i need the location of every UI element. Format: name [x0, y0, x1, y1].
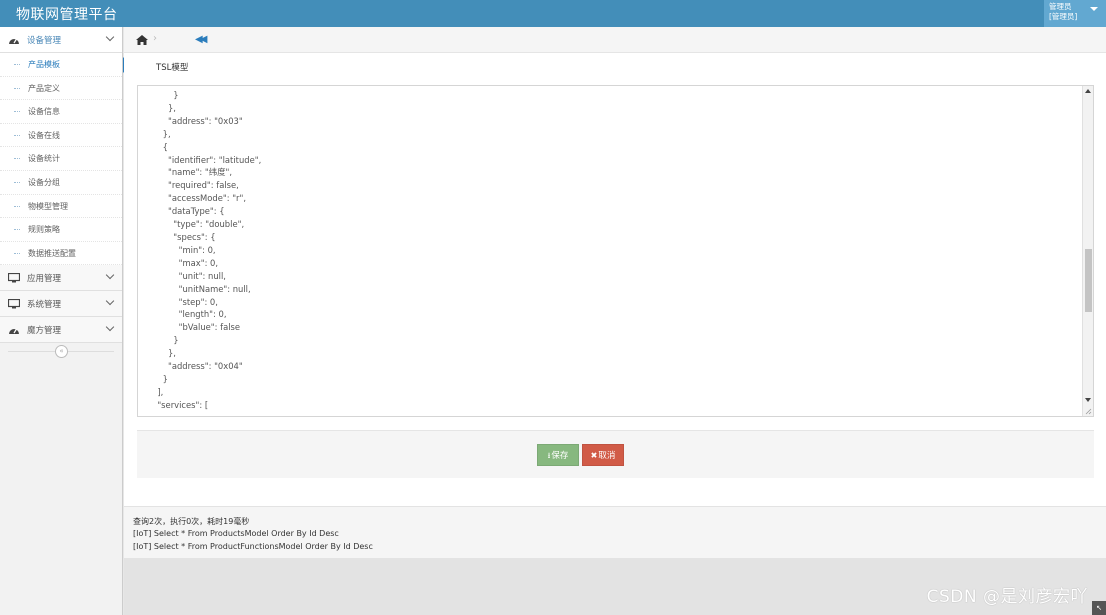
sidebar-item-label: 规则策略 [28, 225, 60, 235]
scroll-top-icon[interactable]: ↖ [1092, 601, 1106, 615]
home-icon[interactable] [136, 35, 148, 45]
scroll-up-icon[interactable] [1085, 89, 1091, 93]
resize-grip-icon[interactable] [1084, 407, 1092, 415]
breadcrumb-separator: › [153, 33, 157, 44]
sidebar-group-label: 系统管理 [27, 300, 62, 311]
sidebar-item-device-stats[interactable]: 设备统计 [0, 147, 122, 171]
tsl-json-text[interactable]: } }, "address": "0x03" }, { "identifier"… [152, 89, 261, 412]
cancel-button[interactable]: ✖取消 [582, 444, 624, 466]
back-icon[interactable]: ◀◀ [195, 34, 208, 45]
scroll-thumb[interactable] [1085, 249, 1092, 312]
user-menu[interactable]: 管理员 [管理员] [1044, 0, 1106, 27]
top-navbar: 物联网管理平台 管理员 [管理员] [0, 0, 1106, 27]
dashboard-icon [9, 329, 19, 335]
chevron-down-icon [105, 323, 115, 332]
sidebar-item-product-definition[interactable]: 产品定义 [0, 76, 122, 101]
watermark: CSDN @是刘彦宏吖 [926, 587, 1088, 607]
main-content: TSL模型 } }, "address": "0x03" }, { "ident… [124, 53, 1106, 506]
sidebar-group-label: 魔方管理 [27, 326, 62, 337]
dashboard-icon [9, 38, 19, 44]
sidebar-group-device[interactable]: 设备管理 [0, 27, 122, 53]
sidebar-item-label: 设备信息 [28, 107, 60, 117]
chevron-down-icon [105, 32, 115, 42]
footer-area: CSDN @是刘彦宏吖 [124, 558, 1106, 615]
sidebar-item-product-template[interactable]: 产品模板 [0, 53, 122, 77]
close-icon: ✖ [590, 451, 598, 460]
sidebar-group-label: 应用管理 [27, 274, 62, 285]
monitor-icon [8, 273, 20, 283]
log-line: [IoT] Select * From ProductsModel Order … [133, 529, 339, 538]
breadcrumb: › ◀◀ [124, 27, 1106, 53]
sidebar-group-label: 设备管理 [27, 36, 62, 46]
sidebar-item-label: 设备分组 [28, 177, 60, 187]
sidebar-collapse: « [0, 343, 122, 359]
sidebar-item-device-online[interactable]: 设备在线 [0, 123, 122, 148]
save-button-label: 保存 [551, 451, 569, 461]
submenu-device: 产品模板 产品定义 设备信息 设备在线 设备统计 设备分组 物模型管理 规则策略… [0, 53, 122, 266]
sidebar-item-thing-model[interactable]: 物模型管理 [0, 194, 122, 219]
form-actions: ⭳保存 ✖取消 [137, 430, 1094, 478]
scroll-down-icon[interactable] [1085, 398, 1091, 402]
caret-down-icon [1090, 7, 1098, 11]
sidebar-item-data-push[interactable]: 数据推送配置 [0, 241, 122, 266]
sidebar-item-label: 物模型管理 [28, 201, 68, 211]
log-summary: 查询2次，执行0次，耗时19毫秒 [133, 517, 250, 526]
sidebar-item-label: 设备在线 [28, 130, 60, 140]
sidebar-item-device-info[interactable]: 设备信息 [0, 100, 122, 124]
sidebar-item-label: 产品模板 [28, 60, 60, 69]
sidebar-item-rule-policy[interactable]: 规则策略 [0, 218, 122, 242]
query-log: 查询2次，执行0次，耗时19毫秒 [IoT] Select * From Pro… [124, 506, 1106, 558]
sidebar-group-app[interactable]: 应用管理 [0, 265, 122, 292]
tsl-textarea[interactable]: } }, "address": "0x03" }, { "identifier"… [137, 85, 1094, 417]
tsl-label: TSL模型 [156, 63, 189, 73]
collapse-sidebar-icon[interactable]: « [55, 345, 68, 359]
sidebar: 设备管理 产品模板 产品定义 设备信息 设备在线 设备统计 设备分组 物模型管理… [0, 27, 123, 615]
cancel-button-label: 取消 [598, 451, 616, 461]
sidebar-group-cube[interactable]: 魔方管理 [0, 317, 122, 344]
log-line: [IoT] Select * From ProductFunctionsMode… [133, 542, 373, 551]
sidebar-item-device-group[interactable]: 设备分组 [0, 170, 122, 195]
app-title[interactable]: 物联网管理平台 [16, 4, 118, 24]
save-button[interactable]: ⭳保存 [537, 444, 579, 466]
chevron-down-icon [105, 271, 115, 280]
monitor-icon [8, 299, 20, 309]
chevron-down-icon [105, 297, 115, 306]
user-role: [管理员] [1049, 12, 1078, 21]
sidebar-item-label: 产品定义 [28, 83, 60, 93]
sidebar-group-system[interactable]: 系统管理 [0, 291, 122, 318]
sidebar-item-label: 设备统计 [28, 154, 60, 164]
upload-icon: ⭳ [547, 451, 551, 460]
sidebar-item-label: 数据推送配置 [28, 248, 76, 258]
vertical-scrollbar[interactable] [1082, 86, 1093, 416]
